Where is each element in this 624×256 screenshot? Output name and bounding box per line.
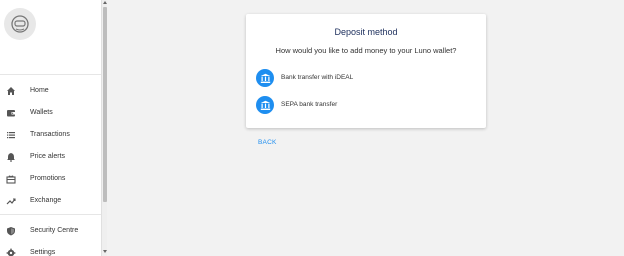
option-sepa-bank-transfer[interactable]: SEPA bank transfer (256, 96, 476, 116)
option-label: SEPA bank transfer (281, 101, 338, 108)
option-ideal-bank-transfer[interactable]: Bank transfer with iDEAL (256, 69, 476, 89)
sidebar-item-price-alerts[interactable]: Price alerts (0, 145, 101, 167)
sidebar-item-label: Settings (30, 248, 56, 256)
scroll-up-arrow-icon[interactable] (103, 1, 107, 4)
gift-icon (5, 173, 16, 184)
astronaut-helmet-icon (11, 15, 29, 33)
sidebar-item-label: Promotions (30, 174, 66, 182)
bank-icon (256, 96, 274, 114)
sidebar-scrollbar[interactable] (101, 0, 107, 256)
sidebar-item-promotions[interactable]: Promotions (0, 167, 101, 189)
shield-icon (5, 225, 16, 236)
sidebar-item-label: Home (30, 86, 49, 94)
list-icon (5, 129, 16, 140)
bank-icon (256, 69, 274, 87)
home-icon (5, 85, 16, 96)
bell-icon (5, 151, 16, 162)
sidebar-item-label: Transactions (30, 130, 70, 138)
avatar[interactable] (4, 8, 36, 40)
sidebar-item-exchange[interactable]: Exchange (0, 189, 101, 211)
trending-up-icon (5, 195, 16, 206)
sidebar-item-home[interactable]: Home (0, 79, 101, 101)
sidebar-divider (0, 74, 101, 75)
sidebar-item-security-centre[interactable]: Security Centre (0, 219, 101, 241)
gear-icon (5, 247, 16, 256)
sidebar-nav: Home Wallets Transactions Price alerts P… (0, 79, 101, 256)
sidebar-item-wallets[interactable]: Wallets (0, 101, 101, 123)
sidebar-item-label: Exchange (30, 196, 62, 204)
sidebar-item-label: Security Centre (30, 226, 79, 234)
sidebar-divider (0, 214, 101, 215)
sidebar-item-label: Price alerts (30, 152, 66, 160)
card-title: Deposit method (334, 27, 398, 37)
scroll-down-arrow-icon[interactable] (103, 250, 107, 253)
card-subtitle: How would you like to add money to your … (275, 46, 457, 55)
deposit-method-card: Deposit method How would you like to add… (246, 14, 486, 128)
sidebar: Home Wallets Transactions Price alerts P… (0, 0, 101, 256)
sidebar-item-settings[interactable]: Settings (0, 241, 101, 256)
back-button[interactable]: BACK (258, 139, 277, 146)
wallet-icon (5, 107, 16, 118)
sidebar-item-label: Wallets (30, 108, 53, 116)
option-label: Bank transfer with iDEAL (281, 74, 354, 81)
sidebar-item-transactions[interactable]: Transactions (0, 123, 101, 145)
scroll-thumb[interactable] (103, 7, 107, 202)
